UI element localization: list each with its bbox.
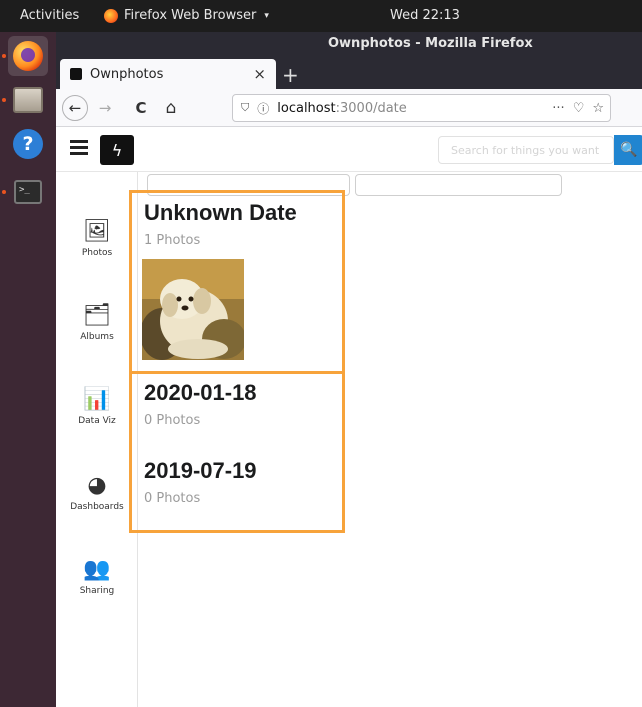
gnome-top-bar: Activities Firefox Web Browser ▾ Wed 22:… (0, 0, 642, 32)
group-photo-count: 1 Photos (144, 233, 201, 248)
url-actions: ··· ♡ ☆ (552, 101, 604, 116)
ownphotos-logo[interactable]: ϟ (100, 135, 134, 165)
running-indicator (2, 98, 6, 102)
date-group: Unknown Date 1 Photos (144, 200, 297, 248)
url-bar[interactable]: ⛉ ⓘ localhost:3000/date ··· ♡ ☆ (232, 94, 611, 122)
tab-title: Ownphotos (90, 66, 164, 82)
sidebar-item-dashboards[interactable]: ◕ Dashboards (56, 473, 138, 513)
window-title: Ownphotos - Mozilla Firefox (328, 36, 533, 51)
group-photo-count: 0 Photos (144, 413, 201, 428)
group-date: Unknown Date (144, 200, 297, 225)
dashboard-icon: ◕ (87, 473, 107, 498)
dock-item-files[interactable] (8, 80, 48, 120)
home-button[interactable]: ⌂ (158, 95, 184, 121)
url-text[interactable]: localhost:3000/date (277, 101, 407, 116)
sidebar-item-label: Albums (80, 332, 114, 342)
running-indicator (2, 190, 6, 194)
help-icon: ? (13, 129, 43, 159)
search-icon[interactable]: 🔍 (614, 135, 642, 165)
hamburger-menu-icon[interactable] (70, 140, 88, 156)
window-titlebar[interactable]: Ownphotos - Mozilla Firefox (56, 32, 642, 56)
reload-button[interactable]: C (128, 95, 154, 121)
chevron-down-icon: ▾ (264, 10, 269, 21)
app-sidebar: 🖼 Photos 🗂 Albums 📊 Data Viz ◕ Dashboard… (56, 172, 138, 707)
terminal-icon: >_ (14, 180, 42, 204)
sidebar-item-label: Dashboards (70, 502, 124, 512)
sidebar-item-sharing[interactable]: 👥 Sharing (56, 557, 138, 597)
shield-icon[interactable]: ⛉ (241, 101, 249, 115)
tab-strip: Ownphotos × + (56, 56, 642, 89)
sidebar-item-label: Sharing (79, 586, 115, 596)
filter-pill[interactable] (355, 174, 562, 196)
photo-thumbnail[interactable] (142, 259, 244, 360)
sidebar-item-albums[interactable]: 🗂 Albums (56, 303, 138, 343)
files-icon (13, 87, 43, 113)
info-icon[interactable]: ⓘ (257, 100, 269, 117)
group-photo-count: 0 Photos (144, 491, 201, 506)
dock-item-firefox[interactable] (8, 36, 48, 76)
ubuntu-dock: ? >_ (0, 32, 56, 707)
nav-toolbar: ← → C ⌂ ⛉ ⓘ localhost:3000/date ··· ♡ ☆ (56, 89, 642, 127)
search-input[interactable]: Search for things you want (438, 136, 614, 164)
sidebar-item-dataviz[interactable]: 📊 Data Viz (56, 387, 138, 427)
close-icon[interactable]: × (253, 65, 266, 83)
bookmark-star-icon[interactable]: ☆ (592, 101, 604, 116)
bar-chart-icon: 📊 (83, 387, 111, 412)
app-menu-label: Firefox Web Browser (124, 8, 257, 23)
dock-item-terminal[interactable]: >_ (8, 172, 48, 212)
group-date: 2019-07-19 (144, 458, 257, 483)
albums-icon: 🗂 (83, 303, 111, 328)
date-group: 2019-07-19 0 Photos (144, 458, 257, 506)
back-button[interactable]: ← (62, 95, 88, 121)
sidebar-item-label: Data Viz (78, 416, 116, 426)
tab-ownphotos[interactable]: Ownphotos × (60, 59, 276, 89)
more-icon[interactable]: ··· (552, 101, 564, 116)
photo-icon: 🖼 (83, 219, 111, 244)
running-indicator (2, 54, 6, 58)
group-date: 2020-01-18 (144, 380, 257, 405)
new-tab-button[interactable]: + (282, 63, 299, 87)
clock[interactable]: Wed 22:13 (390, 8, 460, 23)
app-menu[interactable]: Firefox Web Browser ▾ (104, 8, 269, 23)
firefox-icon (104, 8, 118, 23)
app-header: ϟ Search for things you want 🔍 (56, 128, 642, 172)
sidebar-item-label: Photos (81, 248, 113, 258)
url-path: :3000/date (335, 100, 407, 116)
url-host: localhost (277, 100, 336, 116)
sidebar-item-photos[interactable]: 🖼 Photos (56, 219, 138, 259)
pocket-icon[interactable]: ♡ (573, 101, 585, 116)
forward-button[interactable]: → (92, 95, 118, 121)
date-groups-content: Unknown Date 1 Photos 2020-01-18 0 Photo… (139, 172, 642, 707)
date-group: 2020-01-18 0 Photos (144, 380, 257, 428)
activities-button[interactable]: Activities (20, 8, 79, 23)
favicon-icon (70, 68, 82, 80)
firefox-icon (13, 41, 43, 71)
users-icon: 👥 (83, 557, 111, 582)
dock-item-help[interactable]: ? (8, 124, 48, 164)
filter-pill[interactable] (147, 174, 350, 196)
